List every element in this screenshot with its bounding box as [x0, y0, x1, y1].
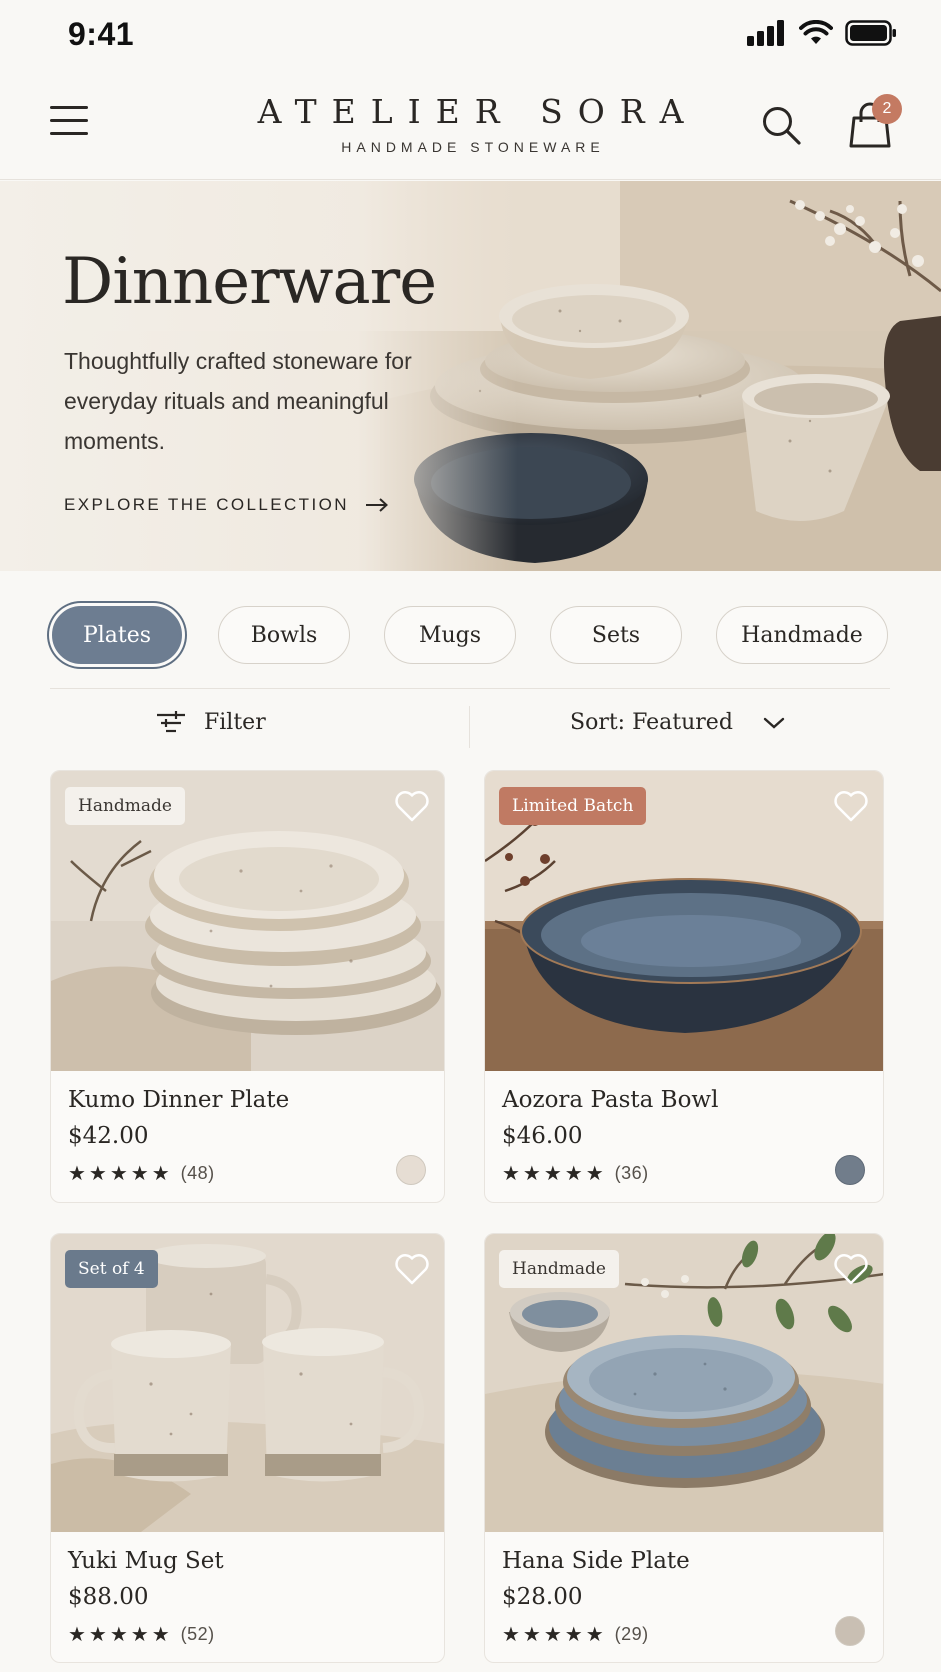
status-icons: [747, 20, 897, 46]
category-pill-bowls[interactable]: Bowls: [218, 606, 350, 664]
product-rating: ★★★★★ (29): [502, 1622, 649, 1647]
cart-count-badge: 2: [872, 94, 902, 124]
sort-dropdown[interactable]: Sort: Featured: [570, 710, 785, 735]
review-count: (36): [614, 1163, 649, 1183]
star-rating-icons: ★★★★★: [68, 1163, 173, 1185]
explore-collection-link[interactable]: EXPLORE THE COLLECTION: [64, 495, 389, 515]
category-tabs: Plates Bowls Mugs Sets Handmade: [50, 606, 890, 664]
arrow-right-icon: [365, 498, 388, 512]
review-count: (29): [614, 1624, 649, 1644]
color-swatch[interactable]: [835, 1155, 865, 1185]
hero-banner[interactable]: Dinnerware Thoughtfully crafted stonewar…: [0, 181, 941, 571]
category-pill-handmade[interactable]: Handmade: [716, 606, 888, 664]
toolbar-separator: [469, 706, 470, 748]
review-count: (48): [180, 1163, 215, 1183]
product-card[interactable]: Handmade Hana Side Plate $28.00 ★★★★★ (2…: [484, 1233, 884, 1663]
star-rating-icons: ★★★★★: [502, 1163, 607, 1185]
product-price: $46.00: [502, 1123, 583, 1149]
product-badge: Handmade: [65, 787, 185, 825]
battery-icon: [845, 20, 896, 46]
color-swatch[interactable]: [396, 1155, 426, 1185]
app-header: ATELIER SORA HANDMADE STONEWARE 2: [0, 70, 941, 180]
product-rating: ★★★★★ (36): [502, 1161, 649, 1186]
product-price: $28.00: [502, 1584, 583, 1610]
product-badge: Set of 4: [65, 1250, 158, 1288]
category-pill-sets[interactable]: Sets: [550, 606, 682, 664]
product-name[interactable]: Aozora Pasta Bowl: [502, 1087, 718, 1113]
product-card[interactable]: Handmade Kumo Dinner Plate $42.00 ★★★★★ …: [50, 770, 445, 1203]
status-bar: 9:41: [0, 0, 941, 70]
product-name[interactable]: Hana Side Plate: [502, 1548, 690, 1574]
star-rating-icons: ★★★★★: [502, 1624, 607, 1646]
product-card[interactable]: Limited Batch Aozora Pasta Bowl $46.00 ★…: [484, 770, 884, 1203]
filter-label: Filter: [204, 710, 266, 735]
product-badge: Limited Batch: [499, 787, 647, 825]
filter-icon: [157, 710, 185, 732]
wifi-icon: [799, 20, 833, 44]
review-count: (52): [180, 1624, 215, 1644]
product-rating: ★★★★★ (52): [68, 1622, 215, 1647]
product-name[interactable]: Kumo Dinner Plate: [68, 1087, 289, 1113]
product-rating: ★★★★★ (48): [68, 1161, 215, 1186]
product-price: $42.00: [68, 1123, 149, 1149]
filter-sort-bar: Filter Sort: Featured: [50, 700, 890, 756]
heart-icon[interactable]: [394, 1252, 430, 1286]
explore-collection-label: EXPLORE THE COLLECTION: [64, 495, 349, 514]
color-swatch[interactable]: [835, 1616, 865, 1646]
divider: [50, 688, 890, 689]
status-time: 9:41: [68, 16, 135, 52]
chevron-down-icon: [763, 717, 785, 729]
signal-icon: [747, 20, 784, 46]
star-rating-icons: ★★★★★: [68, 1624, 173, 1646]
product-name[interactable]: Yuki Mug Set: [68, 1548, 224, 1574]
heart-icon[interactable]: [833, 1252, 869, 1286]
category-pill-plates[interactable]: Plates: [52, 606, 182, 664]
product-price: $88.00: [68, 1584, 149, 1610]
product-card[interactable]: Set of 4 Yuki Mug Set $88.00 ★★★★★ (52): [50, 1233, 445, 1663]
filter-button[interactable]: Filter: [156, 710, 266, 735]
product-badge: Handmade: [499, 1250, 619, 1288]
category-pill-mugs[interactable]: Mugs: [384, 606, 516, 664]
search-icon[interactable]: [760, 104, 804, 148]
hero-description: Thoughtfully crafted stoneware for every…: [64, 348, 412, 454]
hero-title: Dinnerware: [62, 245, 437, 319]
sort-label: Sort: Featured: [570, 710, 733, 735]
heart-icon[interactable]: [394, 789, 430, 823]
heart-icon[interactable]: [833, 789, 869, 823]
